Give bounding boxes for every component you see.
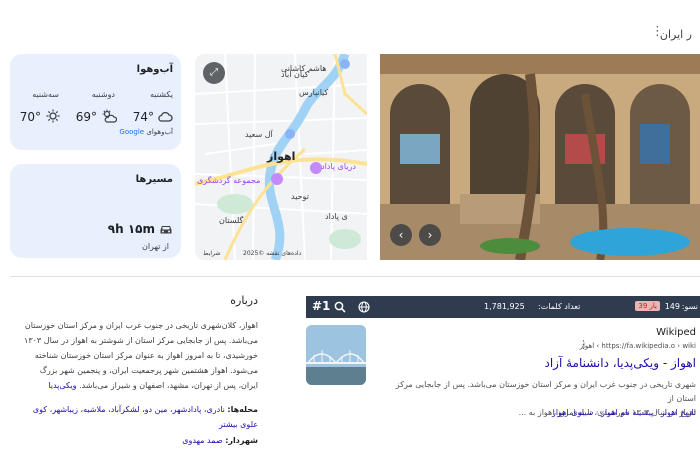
weather-credit-brand[interactable]: Google (119, 128, 144, 136)
weather-day-2: دوشنبه (91, 90, 115, 99)
map-label: توحید (291, 192, 309, 201)
weather-temp-2: 69° (75, 110, 97, 124)
photo-prev-button[interactable]: ‹ (390, 224, 412, 246)
weather-card[interactable]: آب‌وهوا یکشنبه دوشنبه سه‌شنبه 74° 69° 70… (10, 54, 181, 150)
routes-card[interactable]: مسیرها ۹h ۱۵m از تهران (10, 164, 181, 258)
result-snippet-line: شهری تاریخی در جنوب غرب ایران و مرکز است… (395, 380, 696, 403)
about-description: اهواز، کلان‌شهری تاریخی در جنوب غرب ایرا… (18, 318, 258, 393)
result-url[interactable]: https://fa.wikipedia.o › wiki › اهواز (580, 342, 696, 350)
about-title: درباره (230, 294, 258, 307)
about-description-text: اهواز، کلان‌شهری تاریخی در جنوب غرب ایرا… (24, 321, 258, 390)
weather-day-3: سه‌شنبه (32, 90, 59, 99)
neighborhoods-more-link[interactable]: بیشتر (219, 420, 238, 429)
car-icon (160, 226, 172, 234)
result-site-name[interactable]: Wikiped (656, 327, 696, 338)
views-label: نسو: (681, 302, 698, 311)
weather-temp-1: 74° (132, 110, 154, 124)
page-title-fragment: ر ایران (659, 28, 692, 41)
search-icon[interactable] (334, 301, 346, 313)
visit-badge: 39 بار (635, 301, 660, 311)
weather-credit: آب‌وهوای Google (119, 128, 173, 136)
partly-sunny-icon (102, 109, 117, 123)
map-label: آل سعید (245, 130, 273, 139)
map-label-poi: مجموعه گردشگری (197, 176, 261, 185)
map-terms[interactable]: شرایط (203, 250, 220, 257)
map-thumbnail[interactable]: ⤢ هاشم کاشانی کیان آباد کیانپارس آل سعید… (195, 54, 367, 260)
about-wiki-link[interactable]: ویکی‌پدیا (48, 381, 76, 390)
result-title-link[interactable]: اهواز - ویکی‌پدیا، دانشنامهٔ آزاد (544, 356, 696, 370)
neighborhoods-label: محله‌ها: (227, 405, 258, 414)
route-duration: ۹h ۱۵m (107, 222, 155, 236)
weather-title: آب‌وهوا (136, 64, 173, 75)
route-origin: از تهران (141, 242, 169, 251)
mayor-name[interactable]: صمد مهدوی (182, 436, 222, 445)
map-label: ی پاداد (325, 212, 348, 221)
map-label: گلستان (219, 216, 244, 225)
result-thumbnail[interactable] (306, 325, 366, 385)
kebab-icon[interactable]: ⋮ (578, 338, 589, 351)
map-label: کیانپارس (299, 88, 329, 97)
result-rank: #1 (312, 299, 331, 313)
sun-icon (46, 109, 60, 123)
views-value: 149 (664, 302, 680, 311)
routes-title: مسیرها (135, 174, 173, 185)
word-count-label: تعداد کلمات: (538, 302, 581, 311)
weather-temp-3: 70° (19, 110, 41, 124)
map-label-city: اهواز (267, 150, 296, 163)
photo-next-button[interactable]: › (419, 224, 441, 246)
map-label-poi: دریای پاداد (321, 162, 356, 171)
weather-credit-prefix: آب‌وهوای (146, 128, 173, 136)
about-mayor: شهردار: صمد مهدوی (18, 436, 258, 445)
globe-icon[interactable] (358, 301, 370, 313)
cloud-icon (158, 111, 173, 122)
divider (10, 276, 700, 277)
kebab-icon[interactable]: ⋮ (651, 24, 664, 39)
wiki-toolbar: #1 1,781,925 تعداد کلمات: 39 بار 149 نسو… (306, 296, 700, 318)
mayor-label: شهردار: (225, 436, 258, 445)
map-label: کیان آباد (281, 70, 309, 79)
word-count-value: 1,781,925 (484, 302, 525, 311)
weather-day-1: یکشنبه (150, 90, 173, 99)
bridge-image (306, 325, 366, 385)
map-copyright: داده‌های نقشه ©2025 (243, 250, 302, 257)
result-sitelinks[interactable]: تاریخ اهواز · پیشینه نام اهواز · سیلوی ا… (552, 408, 696, 417)
about-neighborhoods: محله‌ها: نادری، پادادشهر، مین دو، لشکرآب… (18, 402, 258, 432)
expand-map-button[interactable]: ⤢ (203, 62, 225, 84)
